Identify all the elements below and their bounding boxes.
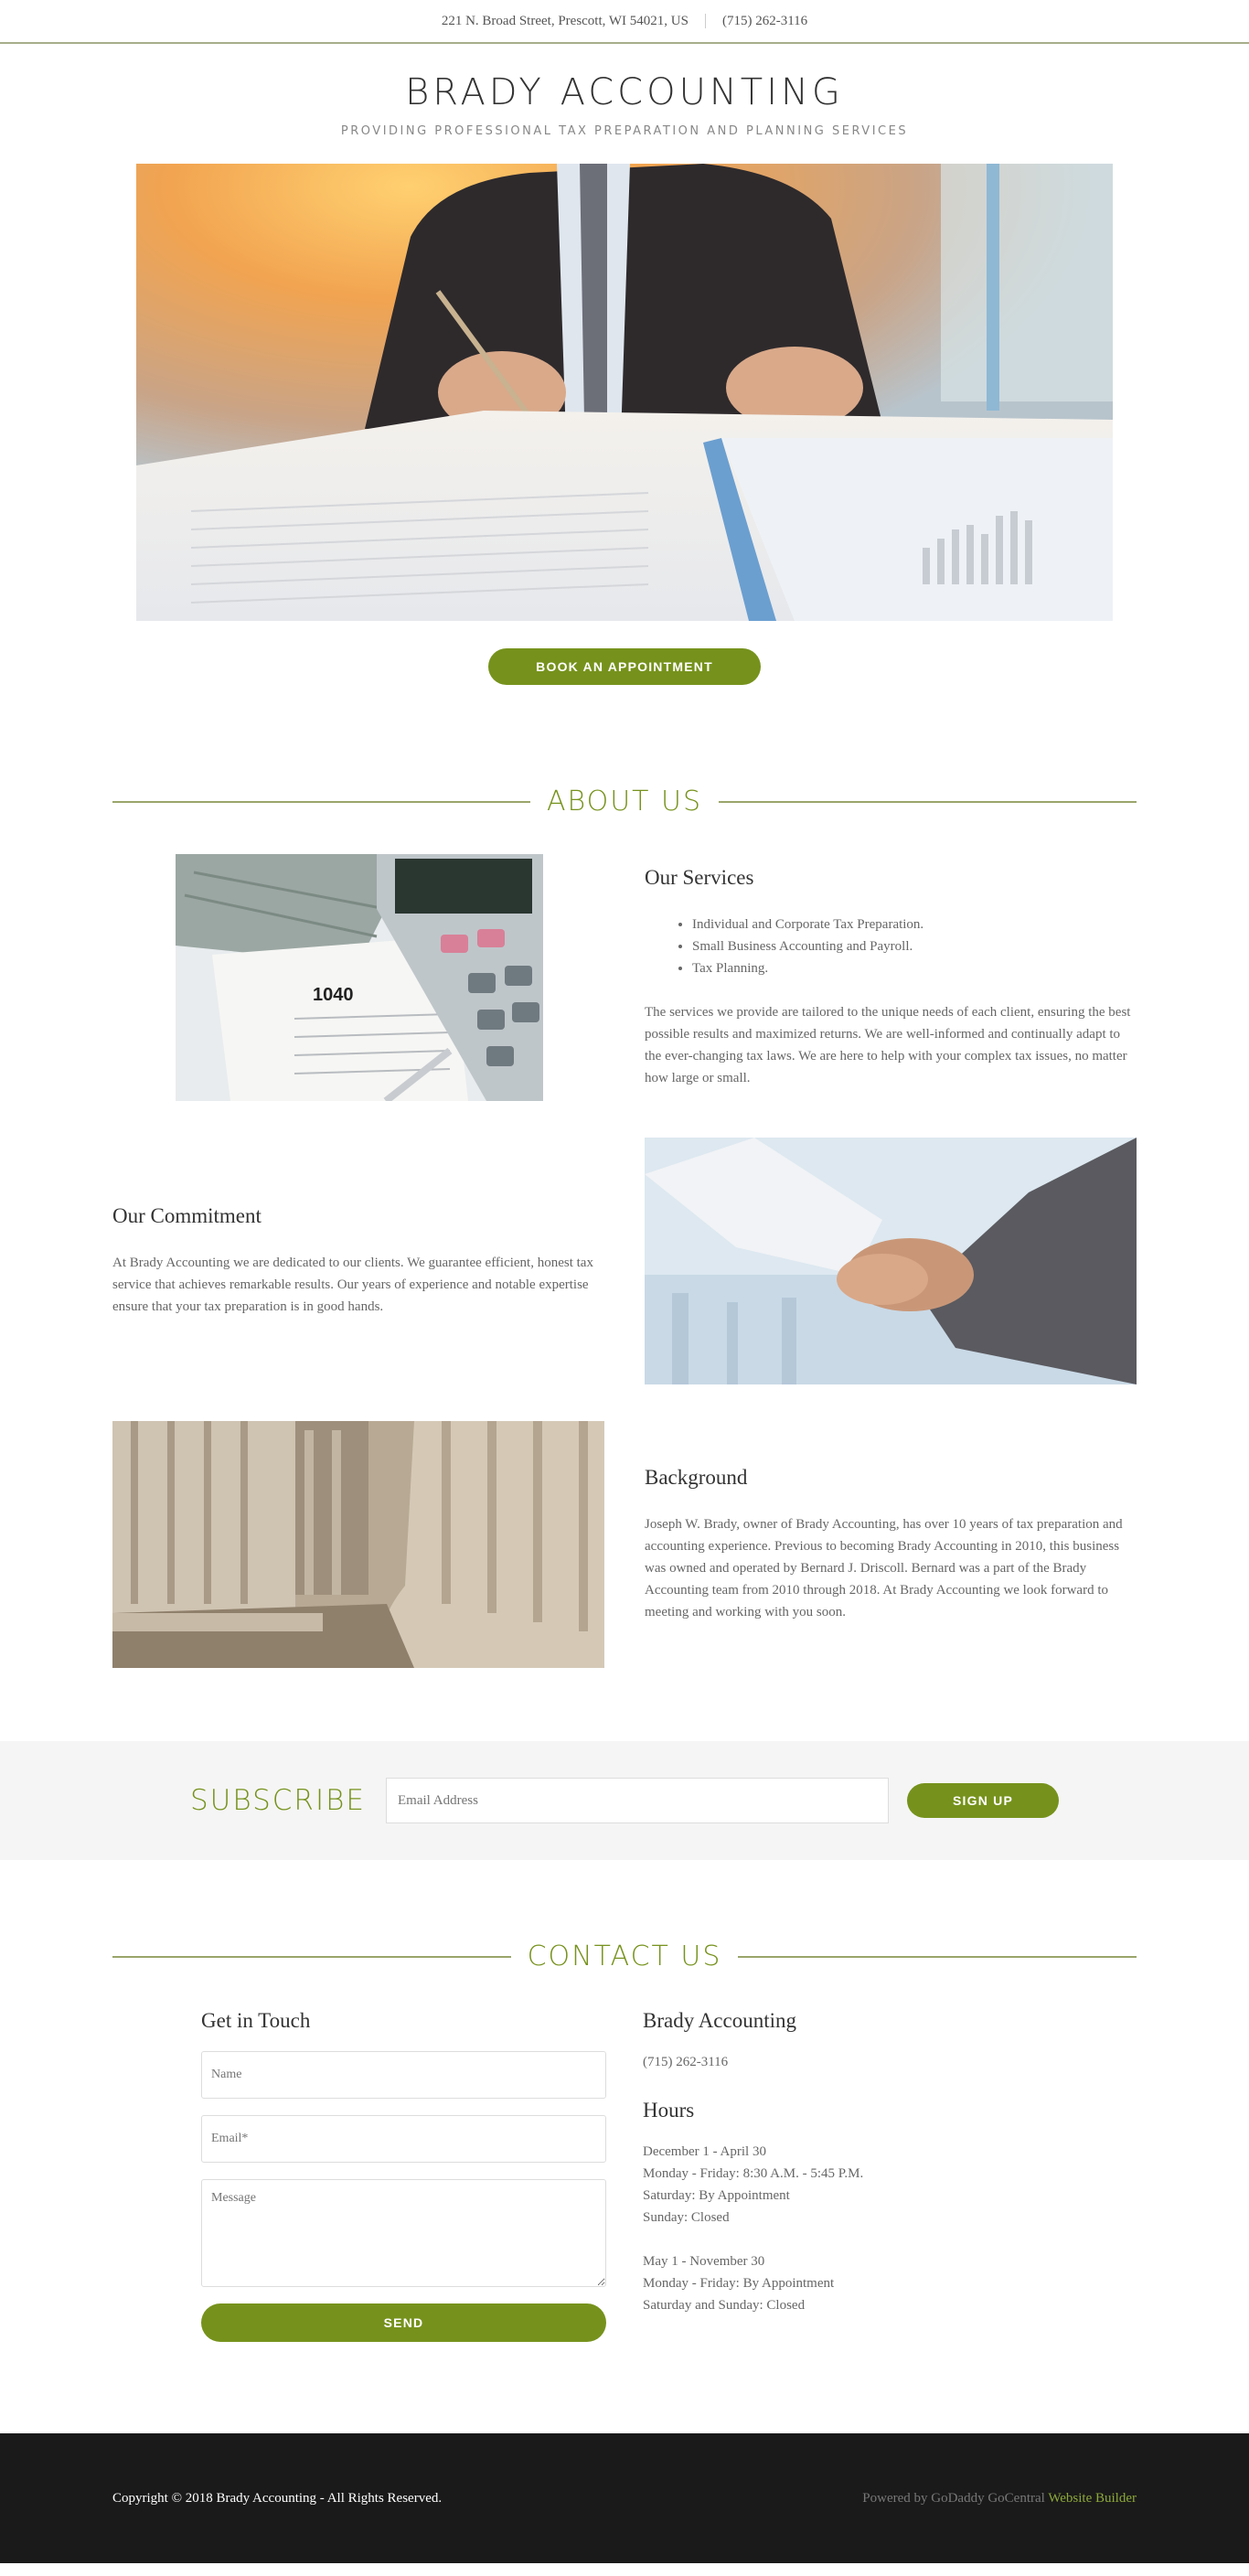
contact-section: Get in Touch SEND Brady Accounting (715)…	[112, 2009, 1137, 2342]
background-title: Background	[645, 1466, 748, 1489]
business-name: Brady Accounting	[643, 2009, 796, 2032]
site-title[interactable]: BRADY ACCOUNTING	[0, 71, 1249, 113]
contact-heading: CONTACT US	[527, 1940, 722, 1972]
tax-form-calculator-image: 1040	[176, 854, 543, 1101]
commitment-image-col	[645, 1138, 1137, 1384]
background-image-col	[112, 1421, 604, 1668]
copyright-text: Copyright © 2018 Brady Accounting - All …	[112, 2490, 443, 2506]
services-text-col: Our Services Individual and Corporate Ta…	[645, 866, 1137, 1089]
handshake-image	[645, 1138, 1137, 1384]
phone-link[interactable]: (715) 262-3116	[722, 14, 807, 29]
list-item: Small Business Accounting and Payroll.	[692, 935, 1137, 957]
sign-up-button[interactable]: SIGN UP	[907, 1783, 1059, 1818]
svg-text:1040: 1040	[313, 985, 354, 1005]
commitment-text-col: Our Commitment At Brady Accounting we ar…	[112, 1204, 604, 1318]
contact-heading-row: CONTACT US	[112, 1940, 1137, 1972]
commitment-title: Our Commitment	[112, 1204, 262, 1227]
send-button[interactable]: SEND	[201, 2303, 606, 2342]
commitment-description: At Brady Accounting we are dedicated to …	[112, 1256, 593, 1314]
message-field[interactable]	[201, 2179, 606, 2287]
services-row: 1040 Our Services Individual and Corpora…	[112, 854, 1137, 1101]
form-title: Get in Touch	[201, 2009, 311, 2032]
hours-line: Saturday: By Appointment	[643, 2188, 790, 2203]
contact-info: Brady Accounting (715) 262-3116 Hours De…	[643, 2009, 1135, 2342]
columns-image	[112, 1421, 604, 1668]
background-description: Joseph W. Brady, owner of Brady Accounti…	[645, 1517, 1123, 1619]
divider	[112, 1955, 511, 1958]
services-list: Individual and Corporate Tax Preparation…	[692, 914, 1137, 979]
email-input[interactable]	[386, 1778, 889, 1823]
divider	[112, 800, 530, 803]
powered-by-text: Powered by GoDaddy GoCentral	[862, 2490, 1049, 2506]
hero-image	[136, 164, 1113, 621]
site-tagline: PROVIDING PROFESSIONAL TAX PREPARATION A…	[340, 124, 909, 138]
commitment-row: Our Commitment At Brady Accounting we ar…	[112, 1138, 1137, 1384]
website-builder-link[interactable]: Website Builder	[1048, 2491, 1137, 2506]
hours-spacer	[643, 2229, 1135, 2250]
hours-line: Monday - Friday: 8:30 A.M. - 5:45 P.M.	[643, 2166, 864, 2181]
contact-form: Get in Touch SEND	[201, 2009, 606, 2342]
divider	[719, 800, 1137, 803]
divider	[704, 14, 706, 28]
divider	[738, 1955, 1137, 1958]
email-field[interactable]	[201, 2115, 606, 2163]
hours-title: Hours	[643, 2099, 695, 2122]
contact-phone[interactable]: (715) 262-3116	[643, 2051, 1135, 2073]
hours-line: December 1 - April 30	[643, 2144, 766, 2159]
background-row: Background Joseph W. Brady, owner of Bra…	[112, 1421, 1137, 1668]
services-title: Our Services	[645, 866, 754, 889]
about-heading: ABOUT US	[546, 786, 703, 818]
businessman-signing-document-image	[136, 164, 1113, 621]
powered-by: Powered by GoDaddy GoCentral Website Bui…	[862, 2491, 1137, 2507]
list-item: Tax Planning.	[692, 957, 1137, 979]
hours-line: May 1 - November 30	[643, 2254, 765, 2269]
about-heading-row: ABOUT US	[112, 786, 1137, 818]
hours-line: Saturday and Sunday: Closed	[643, 2298, 806, 2313]
services-image-col: 1040	[112, 854, 604, 1101]
top-contact-bar: 221 N. Broad Street, Prescott, WI 54021,…	[0, 0, 1249, 44]
list-item: Individual and Corporate Tax Preparation…	[692, 914, 1137, 935]
hours-line: Sunday: Closed	[643, 2210, 730, 2225]
background-text-col: Background Joseph W. Brady, owner of Bra…	[645, 1466, 1137, 1623]
site-header: BRADY ACCOUNTING PROVIDING PROFESSIONAL …	[0, 44, 1249, 138]
hours-line: Monday - Friday: By Appointment	[643, 2276, 835, 2291]
book-appointment-button[interactable]: BOOK AN APPOINTMENT	[488, 648, 761, 685]
address-text[interactable]: 221 N. Broad Street, Prescott, WI 54021,…	[442, 14, 689, 29]
services-description: The services we provide are tailored to …	[645, 1005, 1131, 1085]
subscribe-section: SUBSCRIBE SIGN UP	[0, 1741, 1249, 1860]
subscribe-heading: SUBSCRIBE	[189, 1784, 366, 1817]
name-field[interactable]	[201, 2051, 606, 2099]
site-footer: Copyright © 2018 Brady Accounting - All …	[0, 2433, 1249, 2563]
